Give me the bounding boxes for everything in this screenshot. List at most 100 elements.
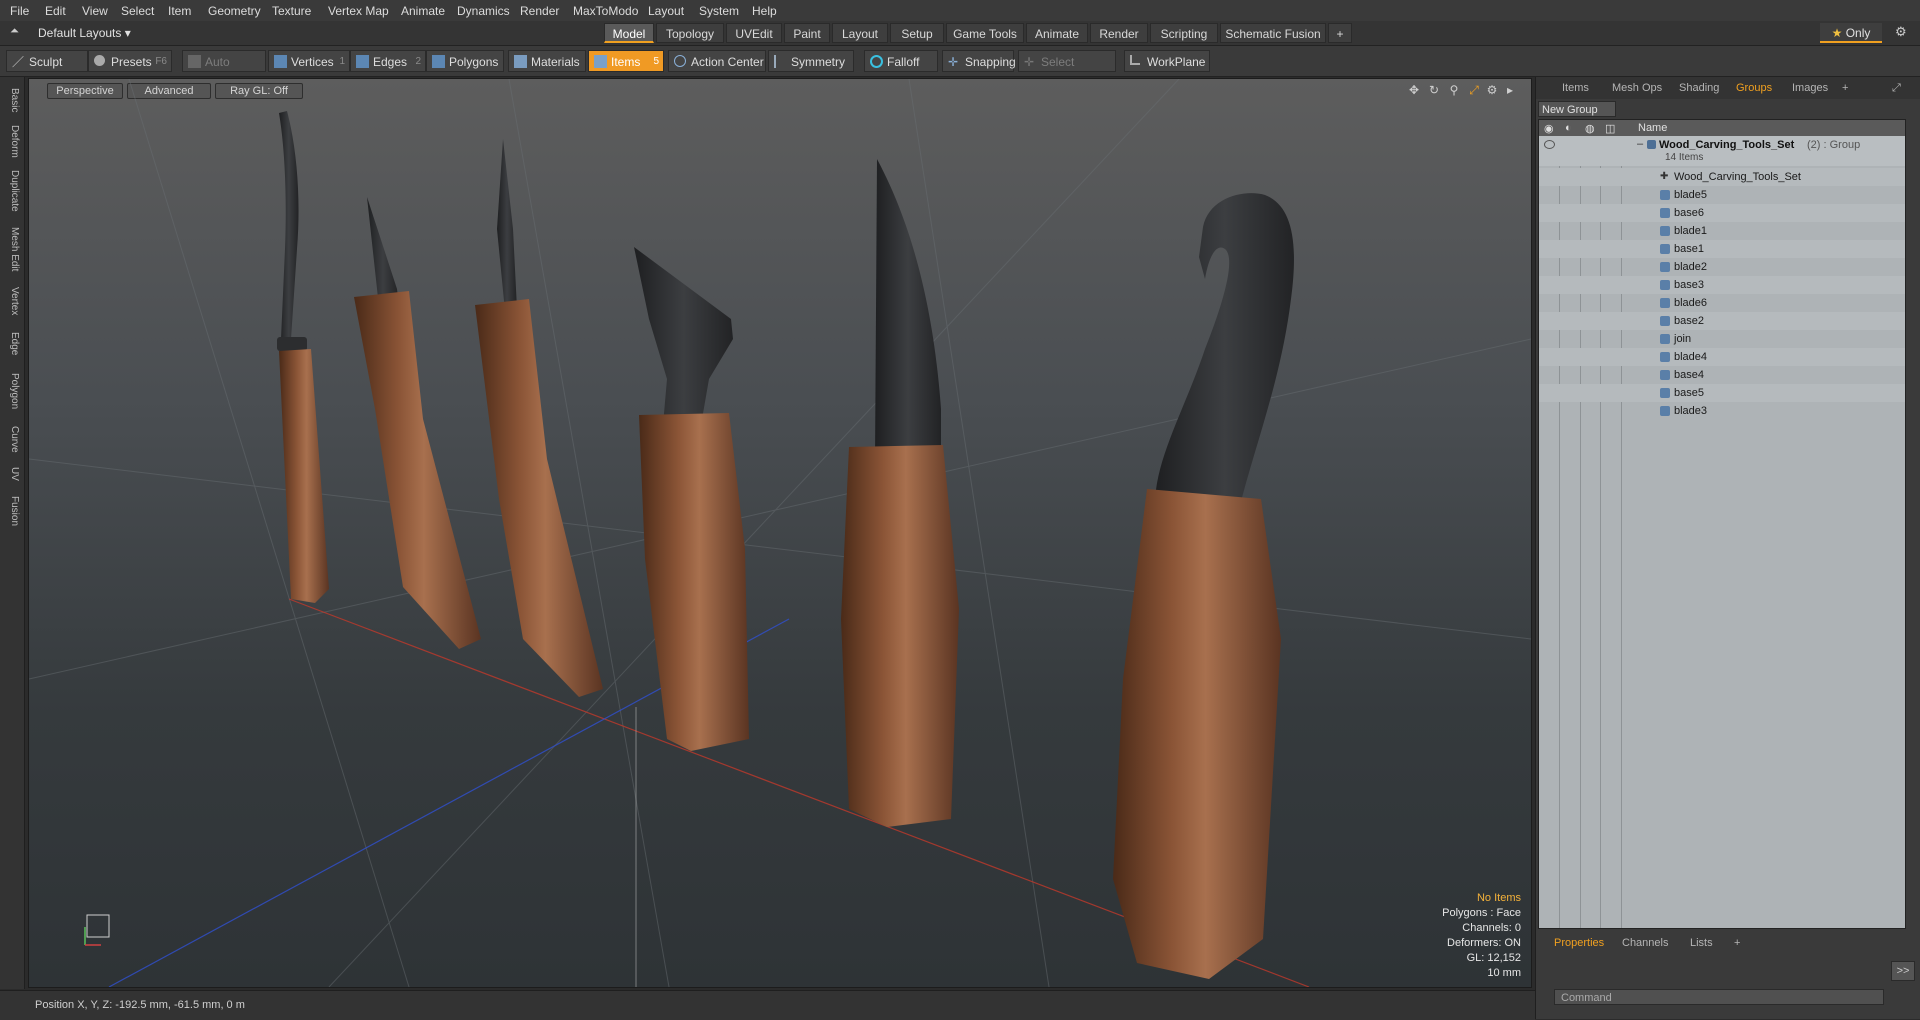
scene-render — [29, 79, 1531, 987]
tab-scripting[interactable]: Scripting — [1150, 23, 1218, 43]
presets-icon — [94, 55, 105, 66]
vertices-button[interactable]: Vertices 1 — [268, 50, 350, 72]
menu-help[interactable]: Help — [752, 4, 777, 18]
select-through-button[interactable]: ✛Select Through — [1018, 50, 1116, 91]
tab-model[interactable]: Model — [604, 23, 654, 43]
plus-icon: + — [1336, 27, 1344, 41]
tab-render[interactable]: Render — [1090, 23, 1148, 43]
list-item[interactable]: base6 — [1539, 204, 1905, 222]
layout-bar: ⏶ Default Layouts ▾ Model Topology UVEdi… — [0, 21, 1920, 46]
list-item[interactable]: join — [1539, 330, 1905, 348]
tab-groups[interactable]: Groups — [1736, 82, 1772, 94]
menu-dynamics[interactable]: Dynamics — [457, 4, 510, 18]
position-readout: Position X, Y, Z: -192.5 mm, -61.5 mm, 0… — [35, 999, 245, 1011]
polygons-button[interactable]: Polygons — [426, 50, 504, 72]
vertices-icon — [274, 55, 287, 68]
group-icon — [1647, 140, 1656, 149]
tab-layout[interactable]: Layout — [832, 23, 888, 43]
list-item[interactable]: ✚ Wood_Carving_Tools_Set — [1539, 168, 1905, 186]
menu-render[interactable]: Render — [520, 4, 559, 18]
snapping-button[interactable]: ✛ Snapping — [942, 50, 1016, 72]
knife-2 — [354, 197, 481, 649]
workplane-button[interactable]: WorkPlane — [1124, 50, 1210, 72]
list-item[interactable]: base3 — [1539, 276, 1905, 294]
expand-command-button[interactable]: >> — [1891, 961, 1915, 981]
tab-mesh-ops[interactable]: Mesh Ops — [1612, 82, 1662, 94]
menu-geometry[interactable]: Geometry — [208, 4, 261, 18]
tab-animate[interactable]: Animate — [1026, 23, 1088, 43]
new-group-button[interactable]: New Group — [1538, 101, 1616, 117]
menu-layout[interactable]: Layout — [648, 4, 684, 18]
side-tab-polygon[interactable]: Polygon — [4, 367, 20, 415]
side-tab-fusion[interactable]: Fusion — [4, 491, 20, 531]
side-tab-curve[interactable]: Curve — [4, 421, 20, 457]
side-tab-mesh-edit[interactable]: Mesh Edit — [4, 223, 20, 275]
list-item[interactable]: base1 — [1539, 240, 1905, 258]
side-tab-vertex[interactable]: Vertex — [4, 281, 20, 321]
menu-item[interactable]: Item — [168, 4, 191, 18]
render-header-icon: ◐ — [1565, 122, 1572, 134]
falloff-button[interactable]: Falloff — [864, 50, 938, 72]
menu-maxtomodo[interactable]: MaxToModo — [573, 4, 638, 18]
sculpt-button[interactable]: ／ Sculpt — [6, 50, 88, 72]
properties-panel: Properties Channels Lists + >> Command — [1536, 931, 1920, 1019]
list-item[interactable]: base4 — [1539, 366, 1905, 384]
brush-icon: ／ — [12, 55, 25, 69]
menu-system[interactable]: System — [699, 4, 739, 18]
side-tab-duplicate[interactable]: Duplicate — [4, 165, 20, 217]
tab-paint[interactable]: Paint — [784, 23, 830, 43]
add-panel-tab-button[interactable]: + — [1842, 82, 1848, 94]
add-tab-button[interactable]: + — [1328, 23, 1352, 43]
menu-file[interactable]: File — [10, 4, 29, 18]
tab-items[interactable]: Items — [1562, 82, 1589, 94]
tab-schematic-fusion[interactable]: Schematic Fusion — [1220, 23, 1326, 43]
eye-icon[interactable] — [1544, 140, 1555, 149]
tab-images[interactable]: Images — [1792, 82, 1828, 94]
list-item[interactable]: base2 — [1539, 312, 1905, 330]
add-panel-tab-button[interactable]: + — [1734, 937, 1740, 949]
group-toggle-icon[interactable]: – — [1637, 138, 1643, 150]
symmetry-button[interactable]: Symmetry — [768, 50, 854, 72]
list-item[interactable]: base5 — [1539, 384, 1905, 402]
right-panel: Items Mesh Ops Shading Groups Images + ⤢… — [1535, 77, 1920, 1019]
tab-properties[interactable]: Properties — [1554, 937, 1604, 949]
tab-game-tools[interactable]: Game Tools — [946, 23, 1024, 43]
menu-view[interactable]: View — [82, 4, 108, 18]
materials-button[interactable]: Materials — [508, 50, 586, 72]
tab-uvedit[interactable]: UVEdit — [726, 23, 782, 43]
list-item[interactable]: blade1 — [1539, 222, 1905, 240]
menu-select[interactable]: Select — [121, 4, 154, 18]
only-toggle[interactable]: ★ Only — [1820, 23, 1882, 43]
tab-shading[interactable]: Shading — [1679, 82, 1719, 94]
list-item[interactable]: blade2 — [1539, 258, 1905, 276]
side-tab-basic[interactable]: Basic — [4, 83, 20, 117]
items-button[interactable]: Items 5 — [588, 50, 664, 72]
tab-channels[interactable]: Channels — [1622, 937, 1668, 949]
tab-lists[interactable]: Lists — [1690, 937, 1713, 949]
cube-icon — [188, 55, 201, 68]
menu-edit[interactable]: Edit — [45, 4, 66, 18]
knife-1 — [277, 111, 329, 603]
group-count: (2) : Group — [1807, 139, 1861, 151]
maximize-icon[interactable]: ⤢ — [1892, 82, 1901, 95]
presets-button[interactable]: Presets F6 — [88, 50, 172, 72]
menu-vertex-map[interactable]: Vertex Map — [328, 4, 389, 18]
menu-animate[interactable]: Animate — [401, 4, 445, 18]
tab-setup[interactable]: Setup — [890, 23, 944, 43]
group-row[interactable]: – Wood_Carving_Tools_Set (2) : Group 14 … — [1539, 136, 1905, 166]
action-center-button[interactable]: Action Center — [668, 50, 766, 72]
list-item[interactable]: blade4 — [1539, 348, 1905, 366]
gear-icon[interactable]: ⚙ — [1895, 24, 1907, 40]
side-tab-uv[interactable]: UV — [4, 463, 20, 485]
tab-topology[interactable]: Topology — [656, 23, 724, 43]
3d-viewport[interactable]: Perspective Advanced Ray GL: Off ✥ ↻ ⚲ ⤢… — [28, 78, 1532, 988]
auto-select-button[interactable]: Auto Select — [182, 50, 266, 91]
menu-texture[interactable]: Texture — [272, 4, 311, 18]
list-item[interactable]: blade6 — [1539, 294, 1905, 312]
side-tab-deform[interactable]: Deform — [4, 121, 20, 161]
list-item[interactable]: blade3 — [1539, 402, 1905, 420]
side-tab-edge[interactable]: Edge — [4, 327, 20, 361]
edges-button[interactable]: Edges 2 — [350, 50, 426, 72]
list-item[interactable]: blade5 — [1539, 186, 1905, 204]
command-input[interactable]: Command — [1554, 989, 1884, 1005]
